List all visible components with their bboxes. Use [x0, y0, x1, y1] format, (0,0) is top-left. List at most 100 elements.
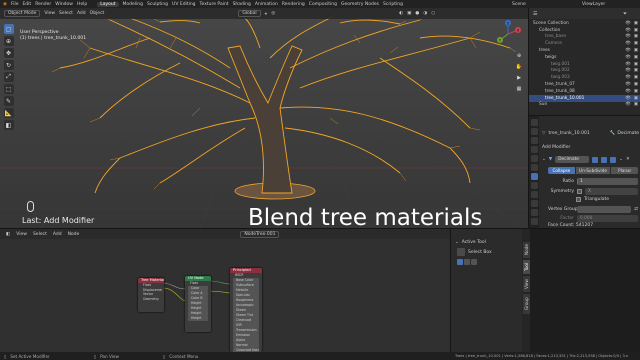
node-socket-row[interactable]: Color A — [188, 291, 208, 296]
scale-icon[interactable]: ⤢ — [3, 72, 14, 82]
tab-sculpting[interactable]: Sculpting — [147, 2, 168, 7]
node-socket-row[interactable]: Anisotropic — [233, 303, 259, 308]
node-socket-row[interactable]: Metallic — [233, 288, 259, 293]
render-camera-icon[interactable]: ▣ — [634, 48, 638, 53]
viewport-menu-view[interactable]: View — [44, 11, 55, 16]
select-subtract-icon[interactable] — [471, 259, 477, 265]
tab-scripting[interactable]: Scripting — [383, 2, 403, 7]
node-socket-row[interactable]: Height — [188, 301, 208, 306]
modifier-dropdown-icon[interactable]: ⌄ — [619, 157, 623, 162]
tab-animation[interactable]: Animation — [255, 2, 278, 7]
render-camera-icon[interactable]: ▣ — [634, 21, 638, 26]
modifier-name-field[interactable]: Decimate — [555, 156, 590, 163]
transform-icon[interactable]: ⬚ — [3, 84, 14, 94]
menu-render[interactable]: Render — [35, 2, 51, 7]
outliner-item[interactable]: twig.001 👁 ▣ — [529, 61, 640, 68]
node-socket-row[interactable]: Color — [188, 286, 208, 291]
symmetry-axis-selector[interactable]: X — [585, 188, 638, 195]
outliner-item[interactable]: tree_trunk_08 👁 ▣ — [529, 88, 640, 95]
outliner-item[interactable]: tree_trunk_10.001 👁 ▣ — [529, 94, 640, 102]
viewport-menu-select[interactable]: Select — [59, 11, 73, 16]
outliner-item[interactable]: twig.003 👁 ▣ — [529, 74, 640, 81]
mode-collapse-button[interactable]: Collapse — [548, 167, 575, 174]
outliner-editor-icon[interactable]: ☰ — [533, 11, 537, 17]
render-toggle-icon[interactable] — [610, 156, 617, 163]
render-camera-icon[interactable]: ▣ — [634, 41, 638, 46]
viewport-menu-object[interactable]: Object — [90, 11, 105, 16]
mode-planar-button[interactable]: Planar — [611, 167, 639, 174]
node-socket-row[interactable]: Base Color — [233, 278, 259, 283]
select-extend-icon[interactable] — [464, 259, 470, 265]
outliner-item[interactable]: trees 👁 ▣ — [529, 47, 640, 54]
vertex-group-field[interactable] — [577, 206, 632, 213]
node-socket-row[interactable]: Sheen Tint — [233, 313, 259, 318]
node-socket-row[interactable]: Subsurface — [233, 283, 259, 288]
visibility-eye-icon[interactable]: 👁 — [625, 34, 631, 39]
node-socket-row[interactable]: Normal — [233, 343, 259, 348]
visibility-eye-icon[interactable]: 👁 — [625, 41, 631, 46]
render-camera-icon[interactable]: ▣ — [634, 62, 638, 67]
visibility-eye-icon[interactable]: 👁 — [625, 55, 631, 60]
proportional-edit-icon[interactable]: ◎ — [271, 11, 275, 16]
render-camera-icon[interactable]: ▣ — [634, 82, 638, 87]
tab-shading[interactable]: Shading — [233, 2, 251, 7]
measure-icon[interactable]: 📐 — [3, 108, 14, 118]
node-socket-row[interactable]: IOR — [233, 323, 259, 328]
render-camera-icon[interactable]: ▣ — [634, 102, 638, 107]
outliner-item[interactable]: Camera 👁 ▣ — [529, 40, 640, 47]
visibility-eye-icon[interactable]: 👁 — [625, 75, 631, 80]
node-socket-row[interactable]: Height — [188, 316, 208, 321]
edit-mode-toggle-icon[interactable] — [592, 156, 599, 163]
world-tab-icon[interactable] — [530, 155, 538, 162]
material-tab-icon[interactable] — [530, 218, 538, 225]
object-tab-icon[interactable] — [530, 164, 538, 171]
cursor-icon[interactable]: ⊕ — [3, 36, 14, 46]
tool-tab-icon[interactable] — [530, 119, 538, 126]
symmetry-checkbox[interactable] — [577, 189, 582, 194]
outliner-item[interactable]: tree_base 👁 ▣ — [529, 34, 640, 41]
node-uv[interactable]: UV Node Float Color Color A Color B Height He… — [185, 276, 211, 332]
tab-geometry-nodes[interactable]: Geometry Nodes — [341, 2, 379, 7]
node-socket-row[interactable]: Alpha — [233, 338, 259, 343]
snap-icon[interactable]: ⌖ — [265, 11, 268, 17]
menu-help[interactable]: Help — [77, 2, 87, 7]
particles-tab-icon[interactable] — [530, 182, 538, 189]
tab-layout[interactable]: Layout — [97, 1, 119, 7]
ratio-slider[interactable]: 1 — [577, 178, 638, 185]
triangulate-checkbox[interactable] — [576, 197, 581, 202]
select-box-icon[interactable]: ▢ — [3, 24, 14, 34]
node-principled[interactable]: Principled BSDF Base Color Subsurface Metal… — [230, 268, 262, 352]
visibility-eye-icon[interactable]: 👁 — [625, 62, 631, 67]
render-camera-icon[interactable]: ▣ — [634, 28, 638, 33]
pan-hand-icon[interactable]: ✋ — [515, 63, 523, 71]
outliner-item[interactable]: Collection 👁 ▣ — [529, 27, 640, 34]
node-tree-material[interactable]: Tree Material FloatDisplacement BaseVect… — [138, 278, 164, 312]
3d-viewport[interactable]: Object Mode View Select Add Object Globa… — [0, 8, 528, 228]
visibility-eye-icon[interactable]: 👁 — [625, 48, 631, 53]
shading-solid-icon[interactable]: ● — [415, 11, 419, 16]
menu-file[interactable]: File — [11, 2, 19, 7]
viewlayer-selector[interactable]: ViewLayer — [582, 2, 605, 7]
mode-selector[interactable]: Object Mode — [4, 10, 41, 17]
visibility-eye-icon[interactable]: 👁 — [625, 96, 631, 101]
navigation-gizmo[interactable]: X Y Z — [494, 20, 522, 48]
camera-view-icon[interactable]: ▶ — [515, 74, 523, 82]
modifier-tab-icon[interactable] — [530, 173, 538, 180]
close-icon[interactable]: ✕ — [626, 157, 630, 162]
tab-texture-paint[interactable]: Texture Paint — [200, 2, 229, 7]
node-socket-row[interactable]: Color B — [188, 296, 208, 301]
node-editor[interactable]: ◧ View Select Add Node NodeTree.001 Tree… — [0, 228, 450, 352]
render-camera-icon[interactable]: ▣ — [634, 75, 638, 80]
invert-icon[interactable]: ⇄ — [634, 207, 638, 212]
select-box-tool-icon[interactable] — [457, 248, 465, 256]
node-socket-row[interactable]: Transmission — [233, 328, 259, 333]
tab-group[interactable]: Group — [522, 294, 530, 314]
mode-unsubdivide-button[interactable]: Un-Subdivide — [575, 167, 611, 174]
menu-edit[interactable]: Edit — [22, 2, 31, 7]
constraints-tab-icon[interactable] — [530, 200, 538, 207]
viewport-toggle-icon[interactable] — [601, 156, 608, 163]
visibility-eye-icon[interactable]: 👁 — [625, 89, 631, 94]
grid-icon[interactable]: ▦ — [515, 85, 523, 93]
render-camera-icon[interactable]: ▣ — [634, 34, 638, 39]
zoom-icon[interactable]: ⊕ — [515, 52, 523, 60]
